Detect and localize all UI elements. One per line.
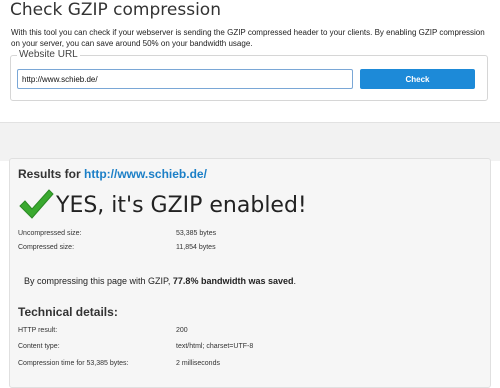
checkmark-icon — [19, 189, 54, 219]
compression-time-value: 2 milliseconds — [176, 360, 220, 367]
uncompressed-size-value: 53,385 bytes — [176, 230, 217, 237]
saved-suffix: bandwidth was saved — [200, 276, 294, 286]
tool-header: Check GZIP compression With this tool yo… — [0, 0, 500, 122]
compressed-size-value: 11,854 bytes — [176, 244, 216, 251]
uncompressed-size-label: Uncompressed size: — [18, 230, 82, 237]
saved-prefix: By compressing this page with GZIP, — [24, 276, 171, 286]
compression-time-label: Compression time for 53,385 bytes: — [18, 360, 129, 367]
http-result-value: 200 — [176, 327, 188, 334]
technical-details-heading: Technical details: — [18, 305, 118, 319]
compressed-size-label: Compressed size: — [18, 244, 75, 251]
check-button[interactable]: Check — [360, 69, 475, 89]
page-title: Check GZIP compression — [10, 0, 221, 20]
url-input[interactable] — [17, 69, 353, 89]
content-type-value: text/html; charset=UTF-8 — [176, 343, 254, 350]
saved-percent: 77.8% — [172, 276, 199, 286]
results-heading: Results for http://www.schieb.de/ — [18, 167, 207, 181]
results-heading-prefix: Results for — [18, 167, 81, 181]
http-result-label: HTTP result: — [18, 327, 58, 334]
results-panel: Results for http://www.schieb.de/ YES, i… — [9, 158, 491, 388]
saved-end: . — [293, 276, 297, 286]
content-type-label: Content type: — [18, 343, 60, 350]
url-legend: Website URL — [17, 49, 80, 60]
bandwidth-saved-text: By compressing this page with GZIP, 77.8… — [24, 276, 296, 286]
section-divider — [0, 122, 500, 161]
results-url-link[interactable]: http://www.schieb.de/ — [84, 167, 207, 181]
gzip-verdict: YES, it's GZIP enabled! — [56, 193, 307, 218]
intro-text: With this tool you can check if your web… — [11, 28, 485, 48]
url-fieldset: Website URL Check — [10, 49, 488, 101]
